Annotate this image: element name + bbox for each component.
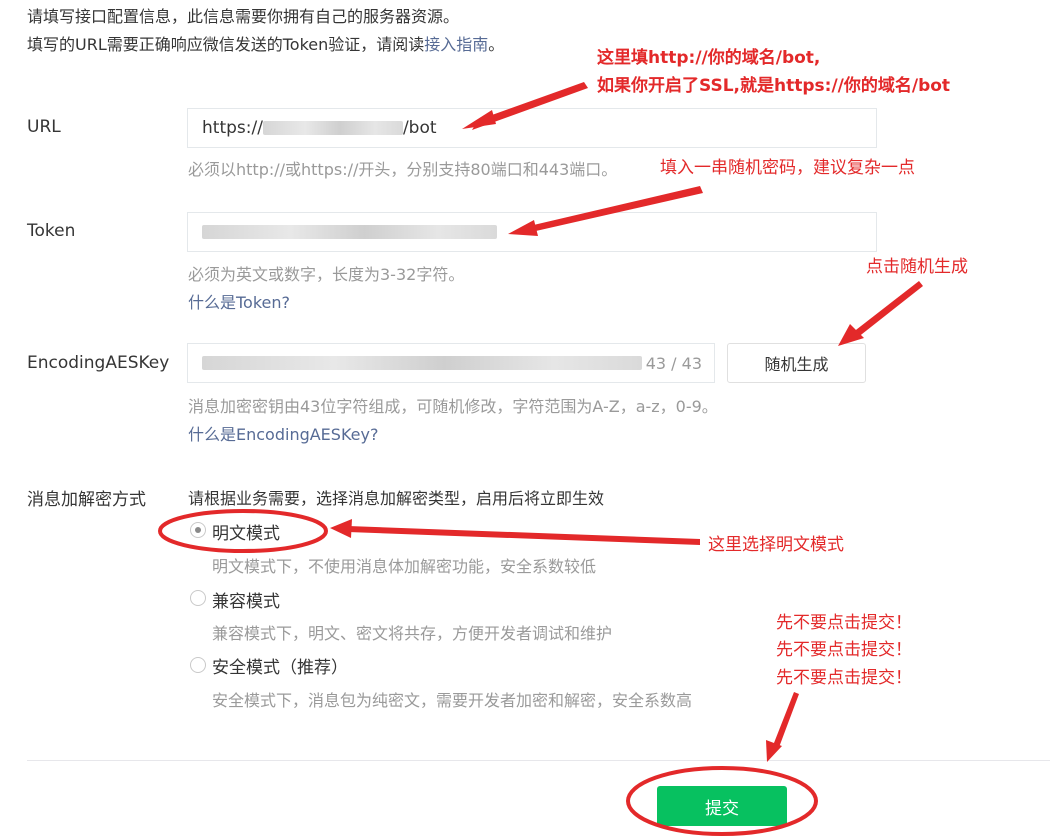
what-is-aes-link[interactable]: 什么是EncodingAESKey?	[188, 421, 378, 445]
intro-line-2: 填写的URL需要正确响应微信发送的Token验证，请阅读接入指南。	[27, 34, 504, 56]
intro-line-2-text: 填写的URL需要正确响应微信发送的Token验证，请阅读	[27, 35, 425, 54]
annotation-submit-note-2: 先不要点击提交！	[776, 640, 912, 660]
url-redacted-domain	[262, 121, 403, 135]
aes-label: EncodingAESKey	[27, 353, 170, 373]
aes-redacted-value	[202, 356, 642, 370]
arrow-to-submit	[772, 692, 799, 750]
arrow-to-plaintext-mode-head	[330, 519, 352, 538]
secure-mode-radio[interactable]	[190, 657, 206, 673]
annotation-token-note: 填入一串随机密码，建议复杂一点	[660, 158, 915, 178]
compatible-mode-desc: 兼容模式下，明文、密文将共存，方便开发者调试和维护	[212, 624, 613, 643]
plaintext-mode-radio[interactable]	[190, 522, 206, 538]
plaintext-mode-label[interactable]: 明文模式	[212, 519, 280, 544]
token-tip: 必须为英文或数字，长度为3-32字符。	[188, 265, 465, 284]
secure-mode-label[interactable]: 安全模式（推荐）	[212, 653, 348, 678]
aes-input[interactable]: 43 / 43	[187, 343, 715, 383]
compatible-mode-label[interactable]: 兼容模式	[212, 587, 280, 612]
annotation-url-note-1: 这里填http://你的域名/bot,	[597, 48, 821, 68]
plaintext-mode-desc: 明文模式下，不使用消息体加解密功能，安全系数较低	[212, 557, 597, 576]
aes-char-counter: 43 / 43	[645, 353, 702, 373]
submit-button[interactable]: 提交	[657, 786, 787, 826]
access-guide-link[interactable]: 接入指南	[424, 35, 488, 54]
token-redacted-value	[202, 225, 497, 239]
url-value-prefix: https://	[202, 118, 263, 138]
form-divider	[27, 760, 1050, 761]
secure-mode-desc: 安全模式下，消息包为纯密文，需要开发者加密和解密，安全系数高	[212, 691, 693, 710]
annotation-submit-note-1: 先不要点击提交！	[776, 613, 912, 633]
mode-description: 请根据业务需要，选择消息加解密类型，启用后将立即生效	[188, 489, 605, 508]
mode-label: 消息加解密方式	[27, 490, 146, 510]
token-label: Token	[27, 221, 76, 241]
annotation-aes-note: 点击随机生成	[866, 257, 968, 277]
intro-line-1: 请填写接口配置信息，此信息需要你拥有自己的服务器资源。	[27, 7, 460, 26]
random-generate-button[interactable]: 随机生成	[727, 343, 866, 383]
token-input[interactable]	[187, 212, 877, 252]
compatible-mode-radio[interactable]	[190, 590, 206, 606]
annotation-url-note-2: 如果你开启了SSL,就是https://你的域名/bot	[597, 76, 951, 96]
url-tip: 必须以http://或https://开头，分别支持80端口和443端口。	[188, 160, 618, 179]
arrow-to-submit-head	[766, 740, 782, 762]
intro-line-2-suffix: 。	[488, 35, 505, 54]
arrow-to-random-button	[852, 281, 923, 338]
url-value-suffix: /bot	[402, 118, 437, 138]
url-input[interactable]: https:// /bot	[187, 108, 877, 148]
annotation-submit-note-3: 先不要点击提交！	[776, 668, 912, 688]
annotation-mode-note: 这里选择明文模式	[708, 535, 844, 555]
url-label: URL	[27, 117, 61, 137]
what-is-token-link[interactable]: 什么是Token?	[188, 289, 290, 313]
aes-tip: 消息加密密钥由43位字符组成，可随机修改，字符范围为A-Z，a-z，0-9。	[188, 397, 718, 416]
arrow-to-plaintext-mode	[348, 526, 700, 545]
